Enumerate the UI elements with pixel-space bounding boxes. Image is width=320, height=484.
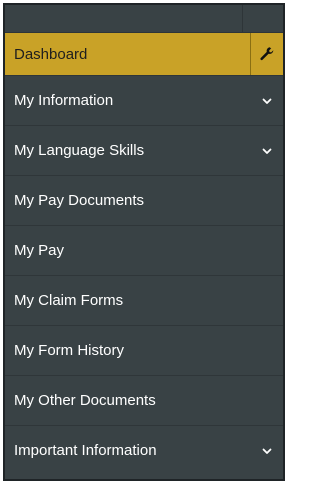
sidebar-item-label: My Pay [14, 242, 65, 259]
sidebar-item-label: My Form History [14, 342, 124, 359]
sidebar-item-label: My Language Skills [14, 142, 145, 159]
sidebar-item-label: My Information [14, 92, 114, 109]
sidebar-item-dashboard[interactable]: Dashboard [5, 33, 283, 75]
chevron-down-icon[interactable] [261, 445, 273, 457]
sidebar-item-my-pay-documents[interactable]: My Pay Documents [5, 175, 283, 225]
sidebar-item-my-language-skills[interactable]: My Language Skills [5, 125, 283, 175]
sidebar-item-my-information[interactable]: My Information [5, 75, 283, 125]
sidebar-item-label: My Claim Forms [14, 292, 124, 309]
sidebar-item-important-information[interactable]: Important Information [5, 425, 283, 475]
chevron-down-icon[interactable] [261, 95, 273, 107]
sidebar-menu: Dashboard My Information My Language Ski… [5, 33, 283, 475]
sidebar-item-my-other-documents[interactable]: My Other Documents [5, 375, 283, 425]
sidebar-item-label: Important Information [14, 442, 157, 459]
sidebar-top-strip [5, 5, 283, 33]
sidebar-item-label: My Pay Documents [14, 192, 145, 209]
sidebar-item-label: Dashboard [14, 45, 88, 63]
chevron-down-icon[interactable] [261, 145, 273, 157]
sidebar-item-my-pay[interactable]: My Pay [5, 225, 283, 275]
sidebar-item-my-form-history[interactable]: My Form History [5, 325, 283, 375]
wrench-icon[interactable] [250, 33, 283, 75]
sidebar-item-my-claim-forms[interactable]: My Claim Forms [5, 275, 283, 325]
sidebar-item-label: My Other Documents [14, 392, 156, 409]
top-strip-segment [5, 5, 243, 32]
sidebar-panel: Dashboard My Information My Language Ski… [3, 3, 285, 481]
